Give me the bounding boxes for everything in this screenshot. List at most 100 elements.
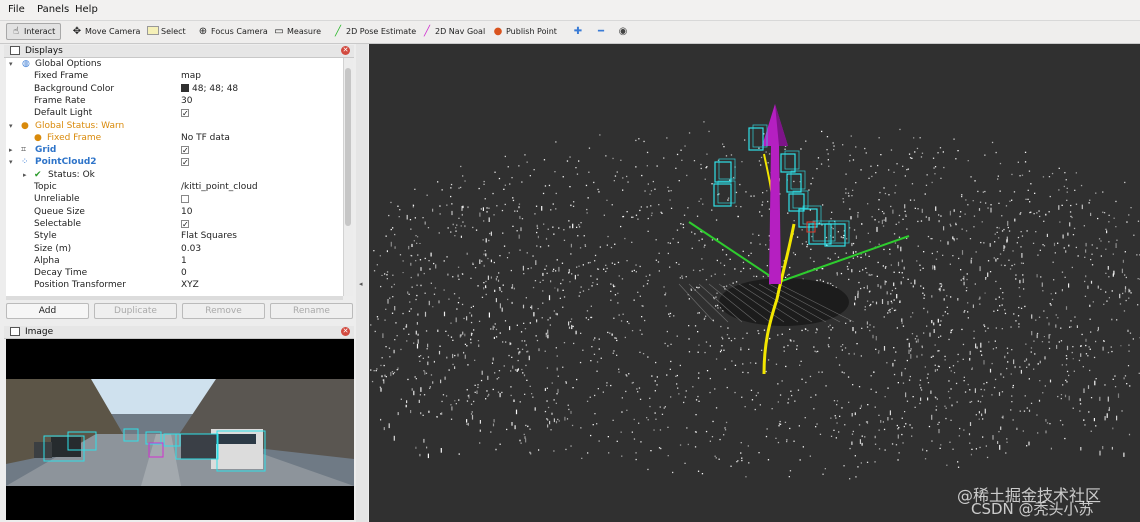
lidar-point <box>741 396 743 398</box>
lidar-point <box>410 410 412 414</box>
lidar-point <box>1006 438 1008 440</box>
expand-arrow-icon[interactable]: ▾ <box>9 120 13 132</box>
lidar-point <box>688 298 690 300</box>
tree-row-decay-time[interactable]: Decay Time 0 <box>6 267 343 279</box>
remove-display-button[interactable]: Remove <box>182 303 265 319</box>
expand-arrow-icon[interactable]: ▾ <box>9 58 13 70</box>
render-3d-view[interactable]: @稀土掘金技术社区 CSDN @秃头小苏 <box>369 44 1140 522</box>
lidar-point <box>493 214 495 216</box>
panel-splitter[interactable]: ◂ <box>356 44 368 522</box>
lidar-point <box>439 205 441 207</box>
tree-row-style[interactable]: Style Flat Squares <box>6 230 343 242</box>
measure-tool-button[interactable]: ▭ Measure <box>270 23 324 40</box>
tree-row-size[interactable]: Size (m) 0.03 <box>6 243 343 255</box>
displays-scrollbar[interactable] <box>343 58 353 296</box>
lidar-point <box>1102 346 1104 351</box>
pose-estimate-tool-button[interactable]: ╱ 2D Pose Estimate <box>329 23 419 40</box>
rename-display-button[interactable]: Rename <box>270 303 353 319</box>
lidar-point <box>1124 274 1126 276</box>
tree-row-grid[interactable]: ▸ ⌗ Grid ✓ <box>6 144 343 156</box>
lidar-point <box>842 198 844 200</box>
tree-row-unreliable[interactable]: Unreliable <box>6 193 343 205</box>
move-camera-tool-button[interactable]: ✥ Move Camera <box>68 23 143 40</box>
lidar-point <box>816 329 818 331</box>
camera-view-button[interactable]: ◉ <box>614 23 632 40</box>
lidar-point <box>523 374 526 377</box>
lidar-point <box>1062 234 1064 239</box>
menu-help[interactable]: Help <box>75 4 98 15</box>
lidar-point <box>920 389 923 391</box>
scrollbar-thumb[interactable] <box>345 68 351 226</box>
lidar-point <box>590 305 592 307</box>
menu-panels[interactable]: Panels <box>37 4 69 15</box>
lidar-point <box>996 231 998 233</box>
lidar-point <box>655 259 657 261</box>
lidar-point <box>906 169 908 171</box>
background-color-value[interactable]: 48; 48; 48 <box>181 83 238 95</box>
lidar-point <box>953 209 955 212</box>
tree-row-frame-rate[interactable]: Frame Rate 30 <box>6 95 343 107</box>
remove-tool-button[interactable]: ━ <box>592 23 610 40</box>
lidar-point <box>611 262 613 264</box>
collapsed-arrow-icon[interactable]: ▸ <box>23 169 27 181</box>
focus-camera-tool-button[interactable]: ⊕ Focus Camera <box>194 23 271 40</box>
lidar-point <box>883 187 885 189</box>
lidar-point <box>426 194 428 196</box>
publish-point-tool-button[interactable]: ● Publish Point <box>489 23 560 40</box>
tree-row-background-color[interactable]: Background Color 48; 48; 48 <box>6 83 343 95</box>
tree-row-fixed-frame[interactable]: Fixed Frame map <box>6 70 343 82</box>
tree-row-pointcloud2[interactable]: ▾ ⁘ PointCloud2 ✓ <box>6 156 343 168</box>
default-light-checkbox[interactable]: ✓ <box>181 109 189 118</box>
add-display-button[interactable]: Add <box>6 303 89 319</box>
lidar-point <box>596 361 599 363</box>
unreliable-checkbox[interactable] <box>181 195 189 204</box>
tree-row-selectable[interactable]: Selectable ✓ <box>6 218 343 230</box>
duplicate-display-button[interactable]: Duplicate <box>94 303 177 319</box>
lidar-point <box>793 440 795 442</box>
lidar-point <box>938 336 940 338</box>
grid-enable-checkbox[interactable]: ✓ <box>181 146 189 155</box>
lidar-point <box>826 136 829 138</box>
select-tool-button[interactable]: Select <box>144 23 189 40</box>
add-tool-button[interactable]: ✚ <box>570 23 586 40</box>
lidar-point <box>1048 211 1050 213</box>
tree-row-alpha[interactable]: Alpha 1 <box>6 255 343 267</box>
lidar-point <box>994 340 996 342</box>
lidar-point <box>1039 360 1041 364</box>
pointcloud-scene[interactable] <box>369 44 1140 522</box>
tree-row-queue-size[interactable]: Queue Size 10 <box>6 206 343 218</box>
pointcloud-enable-checkbox[interactable]: ✓ <box>181 158 189 167</box>
tree-row-status-ok[interactable]: ▸ ✔ Status: Ok <box>6 169 343 181</box>
lidar-point <box>940 444 942 446</box>
collapse-arrow-icon[interactable]: ◂ <box>359 280 363 288</box>
interact-tool-button[interactable]: ☝ Interact <box>6 23 61 40</box>
lidar-point <box>724 427 726 429</box>
lidar-point <box>934 173 936 175</box>
selectable-checkbox[interactable]: ✓ <box>181 219 189 228</box>
lidar-point <box>594 413 596 415</box>
lidar-point <box>569 321 572 323</box>
lidar-point <box>458 297 460 299</box>
nav-goal-tool-button[interactable]: ╱ 2D Nav Goal <box>418 23 488 40</box>
close-icon[interactable]: ✕ <box>341 327 350 336</box>
menu-file[interactable]: File <box>8 4 25 15</box>
tree-row-topic[interactable]: Topic /kitti_point_cloud <box>6 181 343 193</box>
lidar-point <box>580 332 582 334</box>
collapsed-arrow-icon[interactable]: ▸ <box>9 144 13 156</box>
tree-row-global-status[interactable]: ▾ ● Global Status: Warn <box>6 120 343 132</box>
lidar-point <box>998 392 1001 396</box>
lidar-point <box>1059 419 1062 422</box>
lidar-point <box>416 294 418 297</box>
tree-row-position-transformer[interactable]: Position Transformer XYZ <box>6 279 343 291</box>
lidar-point <box>822 268 824 270</box>
expand-arrow-icon[interactable]: ▾ <box>9 156 13 168</box>
lidar-point <box>550 429 552 431</box>
tree-row-global-options[interactable]: ▾ ◍ Global Options <box>6 58 343 70</box>
lidar-point <box>1085 242 1087 247</box>
lidar-point <box>1002 292 1004 294</box>
tree-row-default-light[interactable]: Default Light ✓ <box>6 107 343 119</box>
close-icon[interactable]: ✕ <box>341 46 350 55</box>
horizontal-scrollbar[interactable] <box>6 296 343 300</box>
lidar-point <box>989 368 992 373</box>
tree-row-fixed-frame-warning[interactable]: ● Fixed Frame No TF data <box>6 132 343 144</box>
